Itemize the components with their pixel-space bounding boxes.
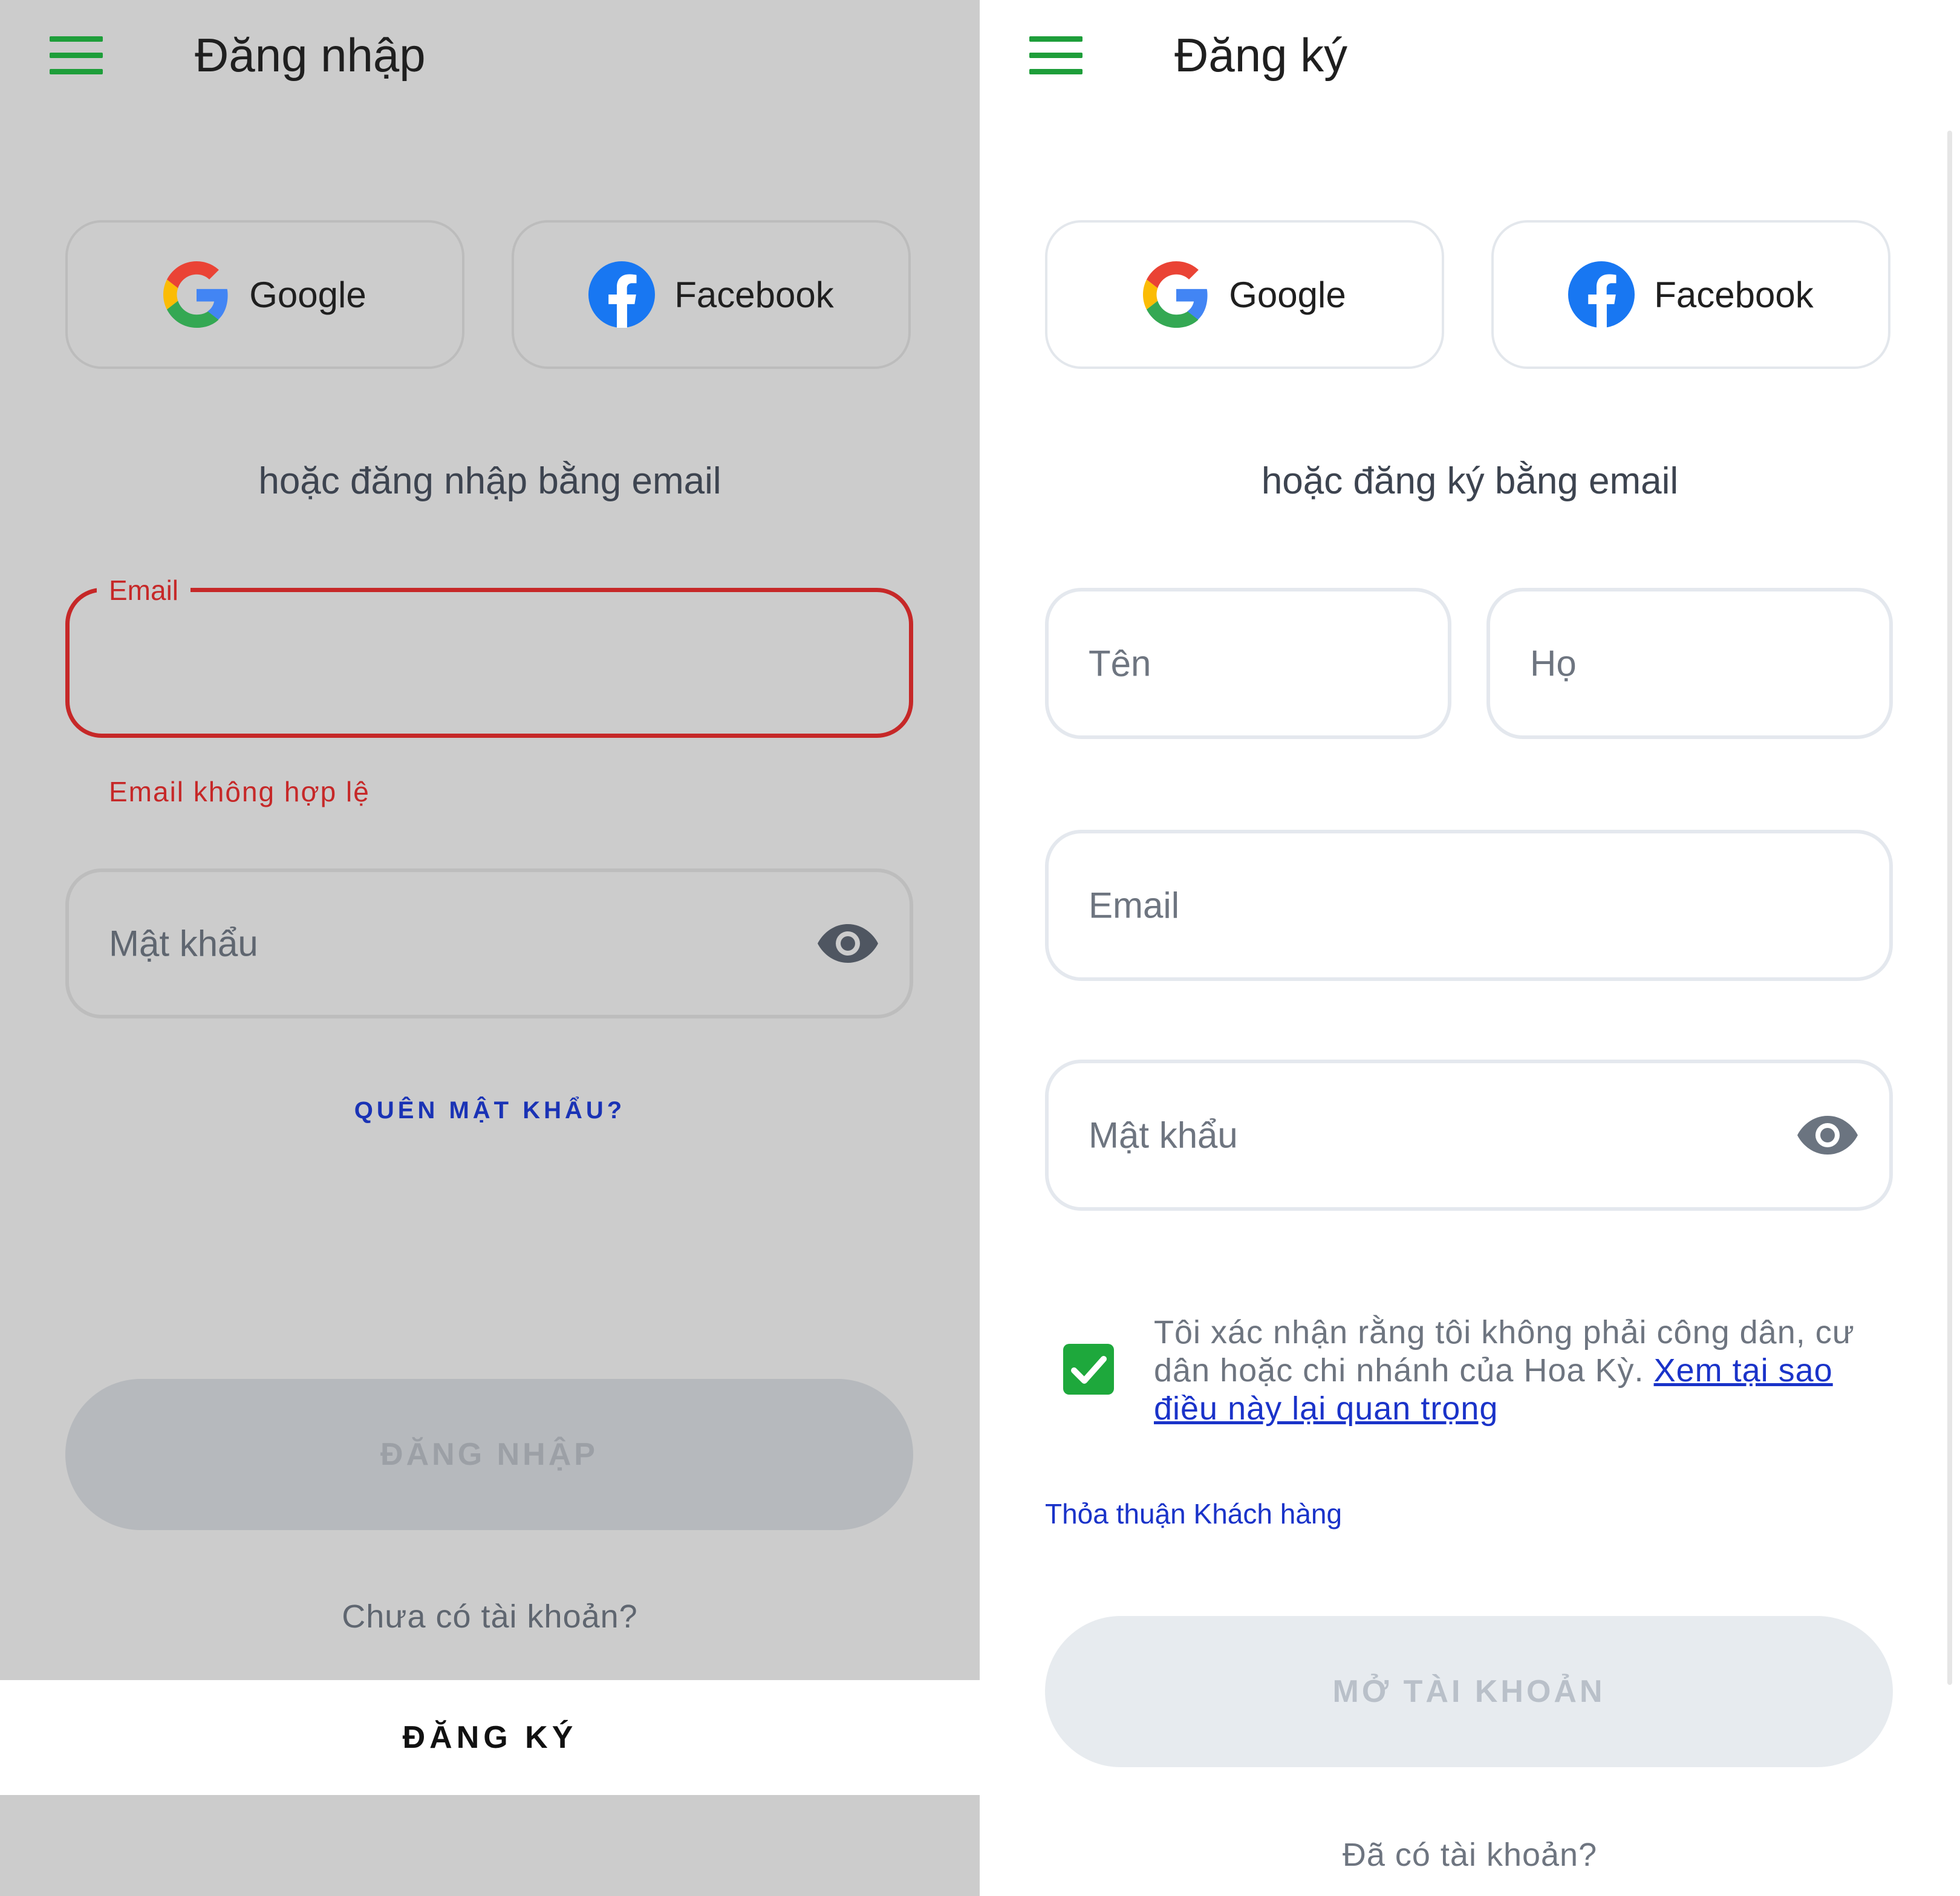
facebook-login-button[interactable]: Facebook (512, 220, 911, 369)
first-name-field[interactable]: Tên (1045, 588, 1451, 739)
or-divider-text: hoặc đăng ký bằng email (1261, 460, 1679, 502)
facebook-label: Facebook (1654, 274, 1814, 315)
google-icon (1143, 261, 1208, 328)
google-login-button[interactable]: Google (65, 220, 464, 369)
or-divider-text: hoặc đăng nhập bằng email (258, 460, 721, 502)
email-placeholder: Email (1089, 885, 1180, 926)
eye-icon[interactable] (816, 922, 879, 965)
check-icon (1071, 1356, 1107, 1384)
google-label: Google (249, 274, 366, 315)
register-bar[interactable]: ĐĂNG KÝ (0, 1680, 980, 1795)
menu-icon[interactable] (50, 36, 103, 75)
page-title: Đăng ký (1174, 28, 1348, 82)
consent-checkbox[interactable] (1063, 1344, 1114, 1395)
register-button-label: ĐĂNG KÝ (402, 1720, 578, 1755)
facebook-icon (1568, 261, 1635, 328)
no-account-text: Chưa có tài khoản? (342, 1598, 638, 1635)
open-account-button[interactable]: MỞ TÀI KHOẢN (1045, 1616, 1893, 1767)
first-name-placeholder: Tên (1089, 643, 1151, 684)
google-icon (163, 261, 228, 328)
last-name-field[interactable]: Họ (1486, 588, 1893, 739)
password-field[interactable]: Mật khẩu (65, 868, 913, 1018)
facebook-icon (588, 261, 656, 328)
email-field[interactable] (65, 588, 913, 738)
login-screen: Đăng nhập Google Facebook hoặc đăng nhập… (0, 0, 980, 1896)
last-name-placeholder: Họ (1530, 643, 1577, 684)
email-field[interactable]: Email (1045, 830, 1893, 981)
have-account-text: Đã có tài khoản? (1342, 1837, 1598, 1873)
page-title: Đăng nhập (195, 28, 426, 82)
scrollbar[interactable] (1947, 131, 1952, 1685)
password-placeholder: Mật khẩu (109, 923, 258, 964)
password-field[interactable]: Mật khẩu (1045, 1060, 1893, 1211)
facebook-label: Facebook (674, 274, 834, 315)
facebook-signup-button[interactable]: Facebook (1491, 220, 1890, 369)
login-button[interactable]: ĐĂNG NHẬP (65, 1379, 913, 1530)
customer-agreement-link[interactable]: Thỏa thuận Khách hàng (1045, 1497, 1342, 1530)
email-field-label: Email (97, 572, 191, 608)
eye-icon[interactable] (1796, 1113, 1859, 1157)
email-error-text: Email không hợp lệ (109, 776, 370, 807)
google-label: Google (1229, 274, 1346, 315)
register-screen: Đăng ký Google Facebook hoặc đăng ký bằn… (980, 0, 1960, 1896)
password-placeholder: Mật khẩu (1089, 1115, 1238, 1156)
consent-text: Tôi xác nhận rằng tôi không phải công dâ… (1154, 1314, 1898, 1428)
menu-icon[interactable] (1029, 36, 1083, 75)
google-signup-button[interactable]: Google (1045, 220, 1444, 369)
forgot-password-link[interactable]: QUÊN MẬT KHẨU? (0, 1097, 980, 1124)
